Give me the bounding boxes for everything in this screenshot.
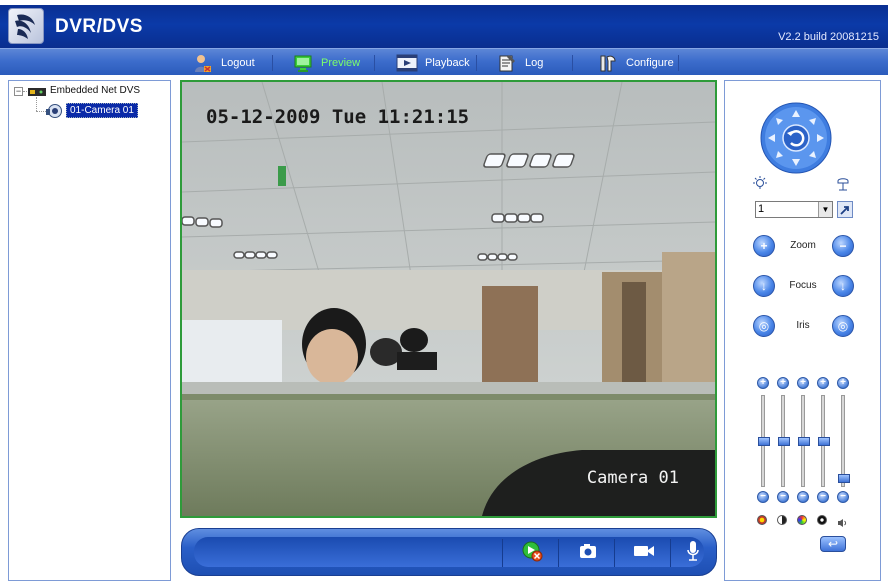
iris-close-button[interactable]: ◎: [832, 315, 854, 337]
record-icon: [633, 543, 655, 564]
contrast-decrease-button[interactable]: −: [777, 491, 789, 503]
nav-separator: [678, 55, 679, 71]
stop-preview-icon: [521, 540, 543, 567]
toolbar-separator: [502, 539, 503, 567]
capture-button[interactable]: [568, 535, 608, 571]
app-logo: [8, 8, 44, 44]
toolbar-separator: [614, 539, 615, 567]
zoom-in-icon: +: [760, 239, 768, 253]
light-icon[interactable]: [751, 175, 769, 193]
preset-call-button[interactable]: [837, 201, 853, 218]
preview-toolbar: [181, 528, 717, 576]
contrast-increase-button[interactable]: +: [777, 377, 789, 389]
hue-slider-thumb[interactable]: [818, 436, 830, 446]
capture-icon: [578, 542, 598, 565]
nav-playback[interactable]: Playback: [396, 49, 470, 76]
volume-increase-button[interactable]: +: [837, 377, 849, 389]
nav-log[interactable]: Log: [496, 49, 543, 76]
focus-far-button[interactable]: ↓: [832, 275, 854, 297]
brightness-increase-button[interactable]: +: [757, 377, 769, 389]
saturation-increase-button[interactable]: +: [797, 377, 809, 389]
osd-camera-name: Camera 01: [586, 468, 679, 488]
nav-preview[interactable]: Preview: [292, 49, 360, 76]
nav-label-configure: Configure: [626, 56, 674, 69]
monitor-icon: [292, 52, 314, 74]
hue-decrease-button[interactable]: −: [817, 491, 829, 503]
app-title: DVR/DVS: [55, 16, 143, 37]
saturation-slider-thumb[interactable]: [798, 436, 810, 446]
tree-node-dvs[interactable]: Embedded Net DVS: [50, 85, 140, 96]
hue-icon: [817, 515, 827, 525]
tree-line: [36, 97, 37, 111]
focus-near-icon: ↓: [761, 279, 767, 293]
camera-icon: [46, 103, 63, 119]
header: DVR/DVS V2.2 build 20081215 Logout Previ…: [0, 0, 888, 75]
preset-value: 1: [758, 203, 765, 215]
nav-configure[interactable]: Configure: [597, 49, 674, 76]
version-label: V2.2 build 20081215: [778, 31, 879, 43]
zoom-label: Zoom: [790, 240, 816, 251]
iris-open-icon: ◎: [758, 319, 770, 333]
contrast-slider-thumb[interactable]: [778, 436, 790, 446]
brightness-decrease-button[interactable]: −: [757, 491, 769, 503]
toolbar-separator: [558, 539, 559, 567]
nav-label-logout: Logout: [221, 56, 255, 69]
video-preview[interactable]: 05-12-2009 Tue 11:21:15 Camera 01: [180, 80, 717, 518]
tree-node-camera[interactable]: 01-Camera 01: [66, 103, 138, 118]
nav-label-preview: Preview: [321, 56, 361, 69]
contrast-icon: [777, 515, 787, 525]
stop-preview-button[interactable]: [512, 535, 552, 571]
nav-separator: [272, 55, 273, 71]
ptz-direction-pad[interactable]: [760, 102, 832, 174]
nav-separator: [572, 55, 573, 71]
volume-slider-thumb[interactable]: [838, 473, 850, 483]
toolbar-separator: [670, 539, 671, 567]
volume-icon: [837, 515, 847, 527]
iris-open-button[interactable]: ◎: [753, 315, 775, 337]
iris-label: Iris: [796, 320, 810, 331]
nav-label-log: Log: [525, 56, 544, 69]
nav-separator: [374, 55, 375, 71]
focus-near-button[interactable]: ↓: [753, 275, 775, 297]
ptz-control-panel: 1 ▼ + Zoom − ↓ Focus ↓ ◎ Iris ◎ ↩ + − + − + −…: [724, 80, 881, 581]
arrow-icon: [840, 206, 849, 215]
zoom-out-button[interactable]: −: [832, 235, 854, 257]
nav-separator: [476, 55, 477, 71]
playback-icon: [396, 52, 418, 74]
configure-icon: [597, 52, 619, 74]
brightness-icon: [757, 515, 767, 525]
saturation-decrease-button[interactable]: −: [797, 491, 809, 503]
microphone-icon: [686, 540, 700, 567]
tree-collapse-toggle[interactable]: −: [14, 87, 23, 96]
brightness-slider-thumb[interactable]: [758, 436, 770, 446]
focus-label: Focus: [789, 280, 817, 291]
restore-default-button[interactable]: ↩: [820, 536, 846, 552]
tree-line: [36, 111, 46, 112]
osd-timestamp: 05-12-2009 Tue 11:21:15: [206, 106, 470, 128]
preset-select[interactable]: 1 ▼: [755, 201, 833, 218]
chevron-down-icon: ▼: [818, 202, 832, 217]
saturation-icon: [797, 515, 807, 525]
wiper-icon[interactable]: [834, 175, 852, 193]
nav-bar: Logout Preview Playback Log Configure: [0, 48, 888, 75]
nav-logout[interactable]: Logout: [192, 49, 255, 76]
dvs-device-icon: [28, 85, 46, 97]
iris-close-icon: ◎: [837, 319, 849, 333]
hue-increase-button[interactable]: +: [817, 377, 829, 389]
logout-icon: [192, 52, 214, 74]
focus-far-icon: ↓: [840, 279, 846, 293]
camera-feed-image: [182, 82, 715, 516]
talk-button[interactable]: [673, 535, 713, 571]
log-icon: [496, 52, 518, 74]
nav-label-playback: Playback: [425, 56, 470, 69]
zoom-out-icon: −: [839, 239, 847, 253]
device-tree-panel: − Embedded Net DVS 01-Camera 01: [8, 80, 171, 581]
volume-decrease-button[interactable]: −: [837, 491, 849, 503]
record-button[interactable]: [624, 535, 664, 571]
undo-icon: ↩: [827, 537, 839, 551]
title-bar: DVR/DVS V2.2 build 20081215: [0, 5, 888, 48]
zoom-in-button[interactable]: +: [753, 235, 775, 257]
